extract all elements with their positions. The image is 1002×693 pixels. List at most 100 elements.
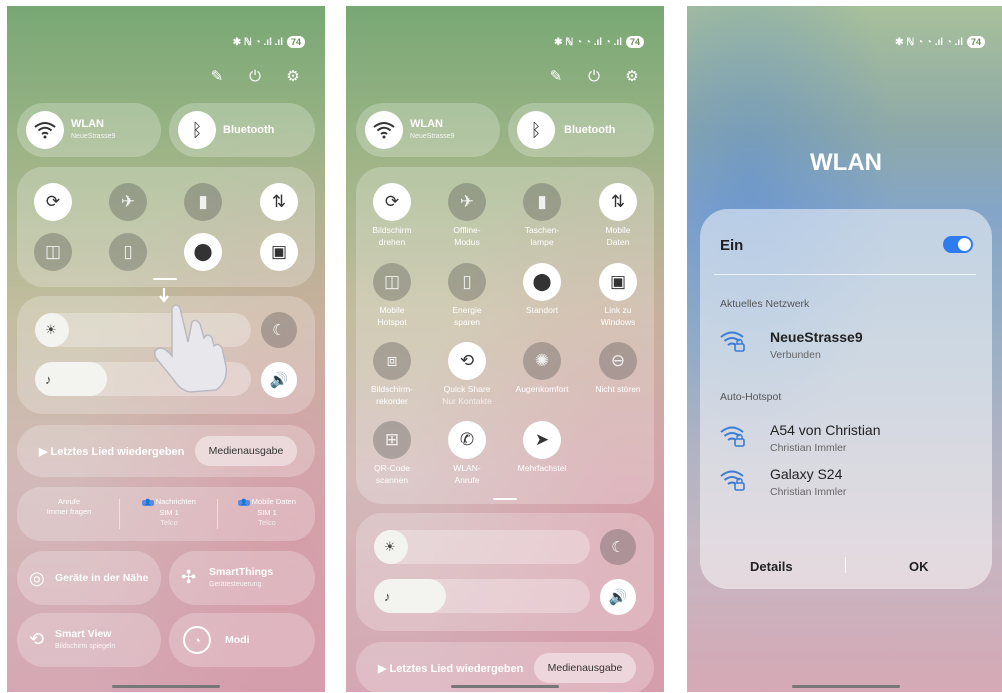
home-indicator[interactable]	[112, 685, 220, 688]
do-not-disturb-icon[interactable]: ⊖	[599, 342, 637, 380]
battery-badge: 74	[286, 36, 305, 48]
airplane-icon[interactable]: ✈	[448, 183, 486, 221]
brightness-icon: ☀	[374, 530, 408, 564]
tile-label: Standort	[525, 305, 559, 315]
home-indicator[interactable]	[792, 685, 900, 688]
qr-code-icon[interactable]: ⊞	[373, 421, 411, 459]
sim-data-line1: SIM 1	[257, 508, 277, 517]
wifi-lock-icon	[720, 425, 746, 453]
media-output-button[interactable]: Medienausgabe	[195, 436, 297, 466]
power-saving-icon[interactable]: ▯	[448, 263, 486, 301]
drag-handle[interactable]	[153, 278, 177, 280]
smartthings-title: SmartThings	[209, 566, 274, 578]
home-indicator[interactable]	[451, 685, 559, 688]
quick-panel-collapsed: ✱ ℕ ◔ .ıl .ıl 74 ✎ ⏻ ⚙ WLAN NeueStrasse9…	[7, 6, 325, 692]
link-to-windows-icon[interactable]: ▣	[260, 233, 298, 271]
wlan-title: WLAN	[410, 118, 443, 130]
media-output-button[interactable]: Medienausgabe	[534, 653, 636, 683]
auto-rotate-icon[interactable]: ⟳	[373, 183, 411, 221]
modes-tile[interactable]: ◔ Modi	[169, 613, 315, 667]
pencil-icon[interactable]: ✎	[209, 69, 225, 85]
wlan-tile[interactable]: WLAN NeueStrasse9	[17, 103, 161, 157]
hotspot-name[interactable]: Galaxy S24	[770, 466, 842, 482]
airplane-icon[interactable]: ✈	[109, 183, 147, 221]
multi-control-icon[interactable]: ➤	[523, 421, 561, 459]
play-last-song[interactable]: ▶ Letztes Lied wiedergeben	[39, 445, 184, 458]
screen-recorder-icon[interactable]: ⧈	[373, 342, 411, 380]
contact-icon: 👤	[238, 500, 250, 506]
bluetooth-title: Bluetooth	[223, 124, 275, 136]
sim-calls-line1: Immer fragen	[46, 507, 92, 516]
tile-label: Bildschirm-rekorder	[370, 384, 414, 406]
night-mode-icon[interactable]: ☾	[600, 529, 636, 565]
bluetooth-icon: ᛒ	[517, 111, 555, 149]
ok-button[interactable]: OK	[909, 559, 929, 574]
tile-label: Augenkomfort	[515, 384, 569, 394]
nearby-devices-tile[interactable]: ◎ Geräte in der Nähe	[17, 551, 161, 605]
wifi-calling-icon[interactable]: ✆	[448, 421, 486, 459]
power-icon[interactable]: ⏻	[586, 69, 602, 85]
smart-view-sub: Bildschirm spiegeln	[55, 643, 116, 650]
details-button[interactable]: Details	[750, 559, 793, 574]
flashlight-icon[interactable]: ▮	[523, 183, 561, 221]
quick-share-icon[interactable]: ⟲	[448, 342, 486, 380]
brightness-slider[interactable]: ☀	[374, 530, 590, 564]
mobile-data-icon[interactable]: ⇅	[599, 183, 637, 221]
wifi-lock-icon	[720, 330, 746, 358]
location-pin-icon[interactable]: ⬤	[523, 263, 561, 301]
volume-icon[interactable]: 🔊	[600, 579, 636, 615]
smart-view-tile[interactable]: ⟲ Smart View Bildschirm spiegeln	[17, 613, 161, 667]
tile-label: Bildschirm drehen	[372, 225, 412, 247]
hotspot-name[interactable]: A54 von Christian	[770, 422, 881, 438]
hotspot-icon[interactable]: ◫	[373, 263, 411, 301]
link-to-windows-icon[interactable]: ▣	[599, 263, 637, 301]
current-network-name[interactable]: NeueStrasse9	[770, 329, 863, 345]
pencil-icon[interactable]: ✎	[548, 69, 564, 85]
bluetooth-tile[interactable]: ᛒ Bluetooth	[169, 103, 315, 157]
current-network-header: Aktuelles Netzwerk	[720, 298, 810, 310]
wlan-toggle[interactable]	[943, 236, 973, 253]
battery-badge: 74	[625, 36, 644, 48]
eye-comfort-icon[interactable]: ✺	[523, 342, 561, 380]
drag-handle[interactable]	[493, 498, 517, 500]
hotspot-owner: Christian Immler	[770, 486, 847, 498]
power-saving-icon[interactable]: ▯	[109, 233, 147, 271]
play-last-song[interactable]: ▶ Letztes Lied wiedergeben	[378, 662, 523, 675]
wlan-tile[interactable]: WLAN NeueStrasse9	[356, 103, 500, 157]
hand-gesture-icon	[150, 286, 240, 401]
sim-calls[interactable]: Anrufe Immer fragen	[21, 497, 117, 517]
wlan-network: NeueStrasse9	[410, 133, 455, 140]
mobile-data-icon[interactable]: ⇅	[260, 183, 298, 221]
wifi-lock-icon	[720, 469, 746, 497]
auto-rotate-icon[interactable]: ⟳	[34, 183, 72, 221]
sim-messages[interactable]: 👤 Nachrichten SIM 1 Telco	[121, 497, 217, 528]
volume-slider[interactable]: ♪	[374, 579, 590, 613]
status-icons: ✱ ℕ ◔ ◔ .ıl ◔ .ıl	[895, 36, 963, 48]
dialog-title: WLAN	[810, 149, 882, 176]
media-bar: ▶ Letztes Lied wiedergeben Medienausgabe	[17, 425, 315, 477]
sim-messages-line1: SIM 1	[159, 508, 179, 517]
smartthings-icon: ✣	[181, 567, 197, 587]
bluetooth-tile[interactable]: ᛒ Bluetooth	[508, 103, 654, 157]
volume-icon[interactable]: 🔊	[261, 362, 297, 398]
tile-label: Mehrfachstel	[517, 463, 567, 473]
contact-icon: 👤	[142, 500, 154, 506]
smartthings-tile[interactable]: ✣ SmartThings Gerätesteuerung	[169, 551, 315, 605]
auto-hotspot-header: Auto-Hotspot	[720, 391, 782, 403]
status-bar: ✱ ℕ ◔ .ıl .ıl 74	[233, 36, 305, 48]
hotspot-icon[interactable]: ◫	[34, 233, 72, 271]
flashlight-icon[interactable]: ▮	[184, 183, 222, 221]
sim-messages-line2: Telco	[160, 518, 178, 527]
sim-data-title: Mobile Daten	[251, 497, 296, 506]
night-mode-icon[interactable]: ☾	[261, 312, 297, 348]
sim-calls-title: Anrufe	[57, 497, 81, 506]
tile-label: Mobile Daten	[605, 225, 631, 247]
sim-mobile-data[interactable]: 👤 Mobile Daten SIM 1 Telco	[219, 497, 315, 528]
gear-icon[interactable]: ⚙	[285, 69, 301, 85]
nearby-devices-title: Geräte in der Nähe	[55, 572, 149, 584]
gear-icon[interactable]: ⚙	[624, 69, 640, 85]
tile-label: Offline- Modus	[453, 225, 481, 247]
power-icon[interactable]: ⏻	[247, 69, 263, 85]
music-note-icon: ♪	[35, 362, 107, 396]
location-pin-icon[interactable]: ⬤	[184, 233, 222, 271]
